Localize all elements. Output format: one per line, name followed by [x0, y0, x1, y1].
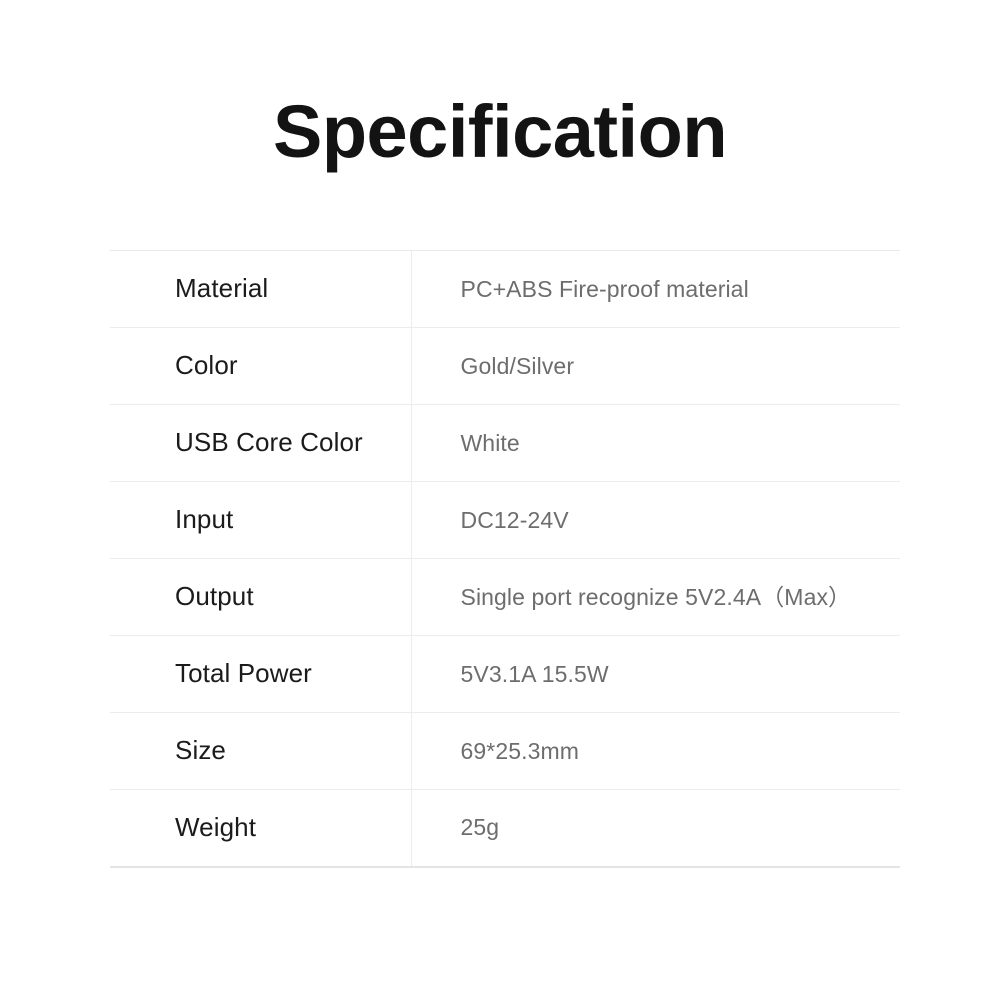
- spec-value-cell: 5V3.1A 15.5W: [411, 635, 900, 713]
- table-row: Material PC+ABS Fire-proof material: [110, 250, 900, 328]
- spec-label: Material: [175, 273, 269, 304]
- table-row: Input DC12-24V: [110, 481, 900, 559]
- table-row: USB Core Color White: [110, 404, 900, 482]
- spec-label-cell: USB Core Color: [110, 404, 412, 482]
- spec-label: Weight: [175, 812, 257, 843]
- spec-label-cell: Color: [110, 327, 412, 405]
- spec-label: Input: [175, 504, 234, 535]
- spec-value: 25g: [460, 814, 500, 841]
- table-row: Size 69*25.3mm: [110, 712, 900, 790]
- spec-label-cell: Total Power: [110, 635, 412, 713]
- spec-label: Size: [175, 735, 226, 766]
- specification-table-body: Material PC+ABS Fire-proof material Colo…: [110, 250, 900, 867]
- spec-value-cell: Gold/Silver: [411, 327, 900, 405]
- spec-label-cell: Weight: [110, 789, 412, 867]
- spec-label: Color: [175, 350, 238, 381]
- spec-label-cell: Size: [110, 712, 412, 790]
- spec-value-cell: PC+ABS Fire-proof material: [411, 250, 900, 328]
- spec-value: DC12-24V: [460, 506, 569, 533]
- specification-page: Specification Material PC+ABS Fire-proof…: [0, 0, 1000, 1000]
- table-row: Weight 25g: [110, 789, 900, 867]
- table-row: Color Gold/Silver: [110, 327, 900, 405]
- page-title-container: Specification: [0, 92, 1000, 172]
- page-title: Specification: [272, 90, 728, 173]
- spec-value-cell: 25g: [411, 789, 900, 867]
- spec-value: 5V3.1A 15.5W: [460, 660, 609, 687]
- spec-value: 69*25.3mm: [460, 737, 580, 764]
- table-row: Output Single port recognize 5V2.4A（Max）: [110, 558, 900, 636]
- spec-value: PC+ABS Fire-proof material: [460, 275, 749, 302]
- spec-label-cell: Input: [110, 481, 412, 559]
- specification-table: Material PC+ABS Fire-proof material Colo…: [110, 250, 900, 868]
- spec-value: Single port recognize 5V2.4A（Max）: [460, 583, 852, 610]
- table-row: Total Power 5V3.1A 15.5W: [110, 635, 900, 713]
- spec-label-cell: Output: [110, 558, 412, 636]
- spec-value-cell: White: [411, 404, 900, 482]
- spec-value-cell: Single port recognize 5V2.4A（Max）: [411, 558, 900, 636]
- spec-label: Total Power: [175, 658, 312, 689]
- spec-label: Output: [175, 581, 254, 612]
- spec-value-cell: DC12-24V: [411, 481, 900, 559]
- spec-value: White: [460, 429, 520, 456]
- spec-value: Gold/Silver: [460, 352, 575, 379]
- spec-value-cell: 69*25.3mm: [411, 712, 900, 790]
- spec-label-cell: Material: [110, 250, 412, 328]
- spec-label: USB Core Color: [175, 427, 363, 458]
